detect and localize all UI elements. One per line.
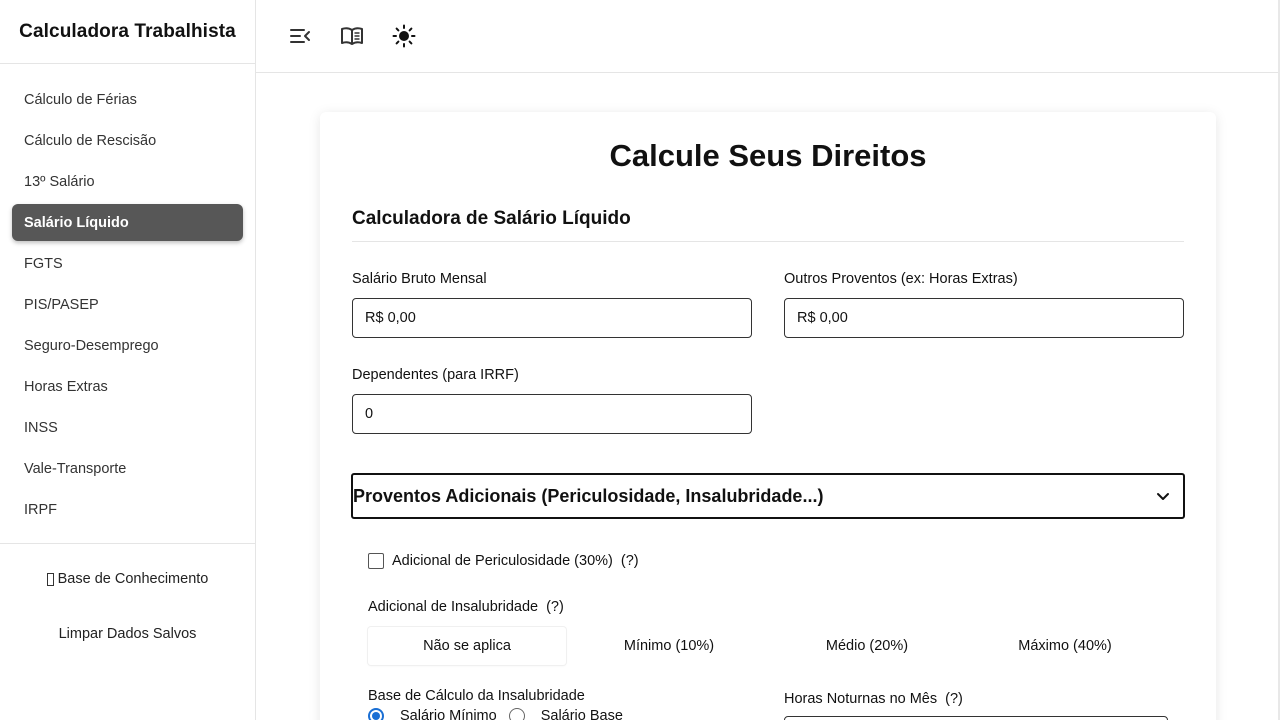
periculosidade-help[interactable]: (?) [621, 553, 639, 569]
additional-earnings-header: Proventos Adicionais (Periculosidade, In… [353, 485, 824, 506]
insalubridade-help[interactable]: (?) [546, 599, 564, 615]
knowledge-base-label: Base de Conhecimento [57, 571, 209, 587]
book-icon[interactable] [340, 24, 364, 48]
sidebar-item-fgts[interactable]: FGTS [12, 245, 243, 282]
periculosidade-checkbox[interactable] [368, 553, 384, 569]
sun-icon[interactable] [392, 24, 416, 48]
periculosidade-label: Adicional de Periculosidade (30%) [392, 553, 613, 569]
chevron-down-icon [1155, 488, 1171, 509]
radio-salario-base[interactable] [508, 708, 525, 720]
sidebar-item-ferias[interactable]: Cálculo de Férias [12, 81, 243, 118]
sidebar-item-vale-transporte[interactable]: Vale-Transporte [12, 450, 243, 487]
other-earnings-label: Outros Proventos (ex: Horas Extras) [784, 271, 1018, 287]
radio-salario-minimo[interactable] [368, 708, 384, 720]
other-earnings-input[interactable]: R$ 0,00 [784, 298, 1184, 338]
sidebar-item-seguro-desemprego[interactable]: Seguro-Desemprego [12, 327, 243, 364]
night-hours-label-row: Horas Noturnas no Mês (?) [784, 691, 963, 707]
insalubridade-option-nao-aplica[interactable]: Não se aplica [368, 627, 566, 665]
sidebar-item-horas-extras[interactable]: Horas Extras [12, 368, 243, 405]
night-hours-label: Horas Noturnas no Mês [784, 691, 938, 707]
gross-salary-label: Salário Bruto Mensal [352, 271, 487, 287]
knowledge-base-link[interactable]: Base de Conhecimento [0, 568, 255, 590]
sidebar-item-13-salario[interactable]: 13º Salário [12, 163, 243, 200]
gross-salary-input[interactable]: R$ 0,00 [352, 298, 752, 338]
sidebar-footer: Base de Conhecimento Limpar Dados Salvos [0, 543, 255, 656]
collapse-menu-icon[interactable] [288, 24, 312, 48]
dependents-input[interactable]: 0 [352, 394, 752, 434]
sidebar: Calculadora Trabalhista Cálculo de Féria… [0, 0, 256, 720]
insalubridade-segmented-control: Não se aplica Mínimo (10%) Médio (20%) M… [368, 627, 1164, 665]
insalubridade-option-maximo[interactable]: Máximo (40%) [966, 627, 1164, 665]
sidebar-item-rescisao[interactable]: Cálculo de Rescisão [12, 122, 243, 159]
insalubridade-option-minimo[interactable]: Mínimo (10%) [570, 627, 768, 665]
sidebar-item-pis-pasep[interactable]: PIS/PASEP [12, 286, 243, 323]
insalubridade-base-options: Salário Mínimo Salário Base [368, 708, 623, 720]
sidebar-item-salario-liquido[interactable]: Salário Líquido [12, 204, 243, 241]
sidebar-nav: Cálculo de Férias Cálculo de Rescisão 13… [0, 64, 255, 528]
night-hours-help[interactable]: (?) [945, 691, 963, 707]
periculosidade-row: Adicional de Periculosidade (30%) (?) [368, 553, 639, 569]
night-hours-input[interactable] [784, 716, 1168, 720]
app-title: Calculadora Trabalhista [0, 0, 255, 64]
radio-salario-minimo-label: Salário Mínimo [400, 708, 497, 720]
clear-data-button[interactable]: Limpar Dados Salvos [0, 612, 255, 656]
insalubridade-base-label: Base de Cálculo da Insalubridade [368, 688, 585, 704]
section-title: Calculadora de Salário Líquido [352, 208, 631, 229]
top-bar [256, 0, 1280, 73]
insalubridade-option-medio[interactable]: Médio (20%) [768, 627, 966, 665]
missing-glyph-icon [46, 572, 54, 586]
radio-salario-base-label: Salário Base [540, 708, 623, 720]
insalubridade-label-row: Adicional de Insalubridade (?) [368, 599, 564, 615]
sidebar-item-inss[interactable]: INSS [12, 409, 243, 446]
insalubridade-label: Adicional de Insalubridade [368, 599, 539, 615]
dependents-label: Dependentes (para IRRF) [352, 367, 519, 383]
sidebar-item-irpf[interactable]: IRPF [12, 491, 243, 528]
additional-earnings-toggle[interactable]: Proventos Adicionais (Periculosidade, In… [351, 473, 1185, 519]
section-divider [352, 241, 1184, 242]
page-title: Calcule Seus Direitos [609, 138, 927, 173]
calculator-card: Calcule Seus Direitos Calculadora de Sal… [320, 112, 1216, 720]
